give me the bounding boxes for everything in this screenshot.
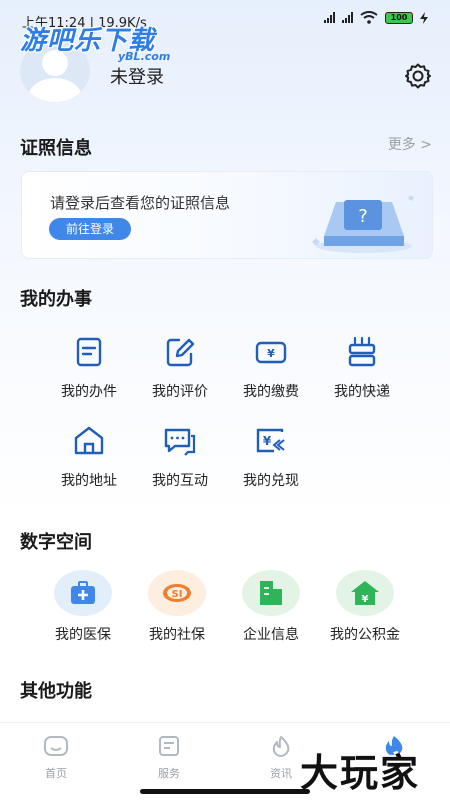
medical-kit-icon [54,570,112,616]
charging-icon [420,11,428,24]
digital-item-enterprise[interactable]: 企业信息 [226,570,316,644]
login-status-label[interactable]: 未登录 [110,63,164,89]
corner-watermark: 大玩家 [300,751,421,795]
empty-box-illustration: ? [312,195,414,253]
digital-item-social-security[interactable]: SI 我的社保 [132,570,222,644]
battery-icon: 100 [385,11,413,24]
svg-text:¥: ¥ [362,594,369,605]
housing-fund-icon: ¥ [336,570,394,616]
service-icon [159,736,179,756]
svg-text:?: ? [358,206,368,227]
social-security-icon: SI [148,570,206,616]
svg-text:SI: SI [172,589,183,600]
more-link[interactable]: 更多 > [388,134,432,154]
home-indicator[interactable] [140,789,310,794]
document-icon [76,337,102,367]
watermark-sub: yBL.com [118,50,171,63]
tab-home[interactable]: 首页 [26,735,86,781]
signal-icon [342,12,353,23]
status-icons: 100 [324,11,428,24]
svg-text:¥: ¥ [267,347,275,360]
edit-icon [166,338,195,367]
digital-label: 我的公积金 [330,627,400,643]
home-icon [44,736,68,756]
affair-label: 我的办件 [61,384,117,400]
yuan-ticket-icon: ¥ [255,341,287,364]
digital-label: 企业信息 [243,627,299,643]
tab-label: 服务 [158,767,180,780]
news-icon [272,736,290,757]
tab-service[interactable]: 服务 [139,735,199,781]
signal-icon [324,12,335,23]
affair-item-interaction[interactable]: 我的互动 [135,424,225,490]
affair-item-redeem[interactable]: ¥ 我的兑现 [226,424,316,490]
svg-text:¥: ¥ [263,434,272,448]
certificate-card: 请登录后查看您的证照信息 前往登录 ? [21,171,433,259]
digital-label: 我的社保 [149,627,205,643]
affair-label: 我的快递 [334,384,390,400]
affair-label: 我的兑现 [243,473,299,489]
affair-label: 我的评价 [152,384,208,400]
digital-label: 我的医保 [55,627,111,643]
affair-label: 我的地址 [61,473,117,489]
affair-item-reviews[interactable]: 我的评价 [135,335,225,401]
affair-label: 我的缴费 [243,384,299,400]
wifi-icon [360,11,378,24]
affair-item-documents[interactable]: 我的办件 [44,335,134,401]
affair-item-express[interactable]: 我的快递 [317,335,407,401]
avatar-body [28,78,82,102]
go-login-button[interactable]: 前往登录 [49,218,131,240]
tab-label: 首页 [45,767,67,780]
affair-item-address[interactable]: 我的地址 [44,424,134,490]
gear-icon[interactable] [404,62,432,90]
digital-space-title: 数字空间 [20,532,92,553]
digital-item-housing-fund[interactable]: ¥ 我的公积金 [320,570,410,644]
package-icon [348,336,376,367]
certificate-prompt: 请登录后查看您的证照信息 [50,194,231,212]
house-icon [74,426,104,455]
building-icon [242,570,300,616]
affair-item-payments[interactable]: ¥ 我的缴费 [226,335,316,401]
certificates-title: 证照信息 [20,138,92,159]
digital-item-medical[interactable]: 我的医保 [38,570,128,644]
chat-icon [164,428,196,456]
my-affairs-title: 我的办事 [20,289,92,310]
other-functions-title: 其他功能 [20,681,92,702]
redeem-icon: ¥ [256,428,285,453]
affair-label: 我的互动 [152,473,208,489]
